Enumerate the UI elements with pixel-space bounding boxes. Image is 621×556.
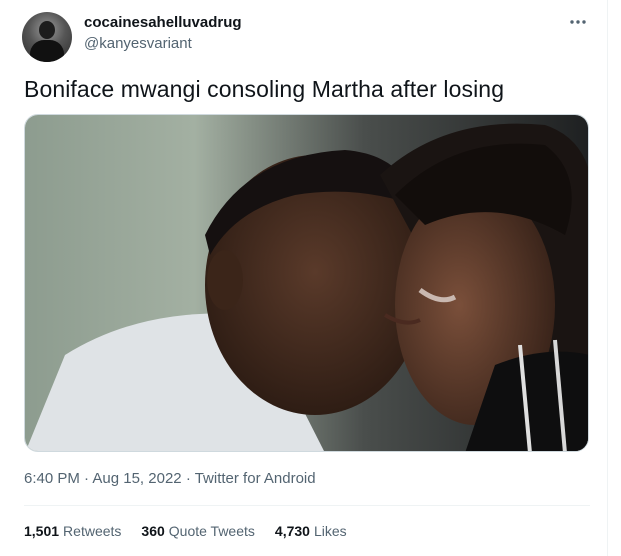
meta-separator: · (84, 470, 90, 487)
quote-tweets-label: Quote Tweets (168, 523, 255, 539)
tweet-date[interactable]: Aug 15, 2022 (92, 470, 181, 487)
engagement-stats: 1,501 Retweets 360 Quote Tweets 4,730 Likes (24, 523, 367, 539)
tweet-metadata: 6:40 PM · Aug 15, 2022 · Twitter for And… (24, 470, 316, 487)
likes-count: 4,730 (274, 523, 310, 539)
retweets-label: Retweets (63, 523, 122, 539)
tweet-time[interactable]: 6:40 PM (24, 470, 80, 487)
likes-label: Likes (313, 523, 347, 539)
meta-separator: · (185, 470, 191, 487)
more-horizontal-icon (570, 20, 586, 24)
display-name[interactable]: cocainesahelluvadrug (84, 14, 242, 31)
tweet-text: Boniface mwangi consoling Martha after l… (24, 76, 505, 102)
avatar-body-shape (30, 40, 64, 62)
avatar[interactable] (22, 12, 72, 62)
photo-illustration (25, 115, 588, 451)
more-options-button[interactable] (565, 10, 591, 34)
likes-stat[interactable]: 4,730 Likes (275, 523, 347, 539)
quote-tweets-stat[interactable]: 360 Quote Tweets (141, 523, 255, 539)
user-handle[interactable]: @kanyesvariant (84, 35, 192, 52)
retweets-count: 1,501 (24, 523, 60, 539)
divider (24, 505, 590, 506)
tweet-card: cocainesahelluvadrug @kanyesvariant Boni… (0, 0, 608, 556)
retweets-stat[interactable]: 1,501 Retweets (24, 523, 121, 539)
tweet-media-photo[interactable] (24, 114, 589, 452)
quote-tweets-count: 360 (141, 523, 165, 539)
tweet-source[interactable]: Twitter for Android (195, 470, 316, 487)
avatar-head-shape (39, 21, 55, 39)
